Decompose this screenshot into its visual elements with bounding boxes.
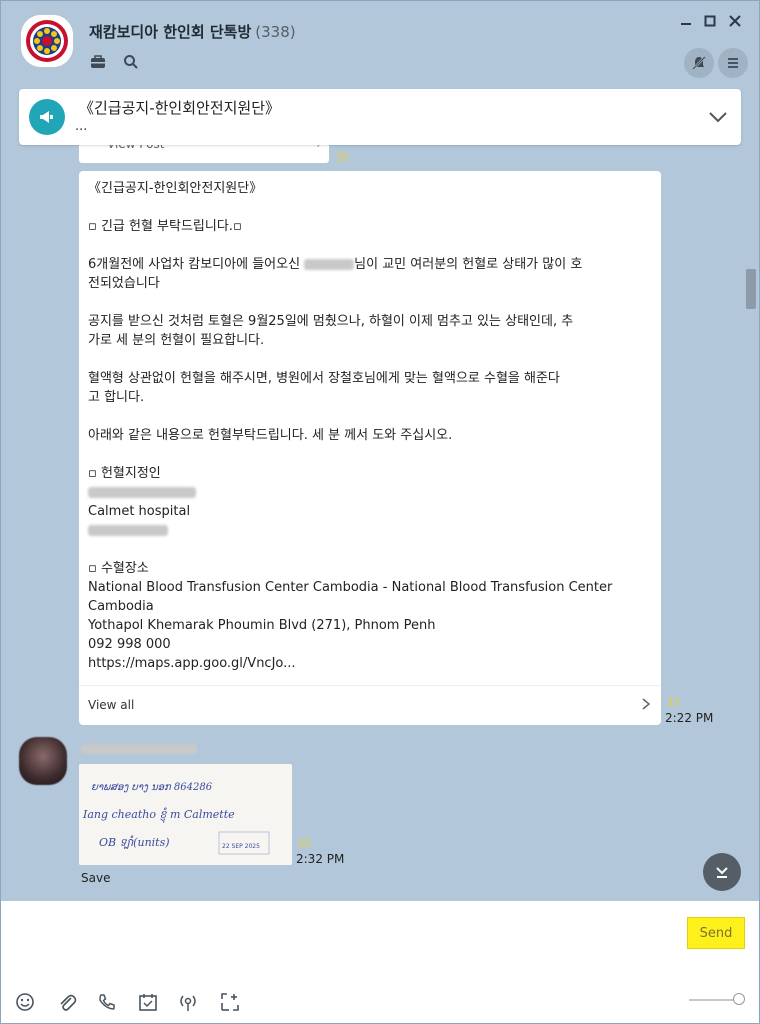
post-line: ▫ 헌혈지정인 <box>88 466 161 481</box>
handwritten-note-image: ຍາພສອງ ບາງ ນອກ 864286 Iang cheatho ខ្ញុំ… <box>79 764 292 865</box>
chevron-down-icon[interactable] <box>707 107 729 127</box>
redacted-name <box>304 259 355 270</box>
sender-name <box>81 741 197 756</box>
room-name: 재캄보디아 한인회 단톡방 <box>89 23 252 41</box>
post-body: 《긴급공지-한인회안전지원단》 ▫ 긴급 헌혈 부탁드립니다.▫ 6개월전에 사… <box>88 179 654 673</box>
stamp-date: 22 SEP 2025 <box>222 843 260 850</box>
send-button[interactable]: Send <box>687 917 745 949</box>
note-line-3: OB ទ្បាំ(units) <box>99 835 170 849</box>
post-line: National Blood Transfusion Center Cambod… <box>88 580 613 595</box>
scrollbar-thumb[interactable] <box>746 269 756 309</box>
post-line: Yothapol Khemarak Phoumin Blvd (271), Ph… <box>88 618 436 633</box>
map-link[interactable]: https://maps.app.goo.gl/VncJo... <box>88 654 654 673</box>
view-all-link[interactable]: View all <box>88 698 134 712</box>
post-line: Cambodia <box>88 599 154 614</box>
message-input[interactable] <box>13 909 673 979</box>
redacted-donor <box>88 487 196 498</box>
redacted-sender-name <box>81 743 197 754</box>
pinned-notice[interactable]: 《긴급공지-한인회안전지원단》 ... <box>19 89 741 145</box>
notice-subtitle: ... <box>75 119 88 134</box>
scroll-to-bottom-button[interactable] <box>703 853 741 891</box>
post-line: 전되었습니다 <box>88 276 160 291</box>
chat-window: 재캄보디아 한인회 단톡방(338) 《긴급공지-한인회안전지원단》 ... <box>0 0 760 1024</box>
notice-title: 《긴급공지-한인회안전지원단》 <box>79 99 281 117</box>
menu-icon[interactable] <box>718 48 748 78</box>
calendar-icon[interactable] <box>137 991 159 1013</box>
composer: Send <box>1 901 759 1023</box>
message-time: 2:22 PM <box>665 711 714 725</box>
screenshot-icon[interactable] <box>219 991 241 1013</box>
room-title: 재캄보디아 한인회 단톡방 (338) <box>89 21 296 42</box>
briefcase-icon[interactable] <box>89 53 107 71</box>
close-icon[interactable] <box>725 13 745 33</box>
note-line-2: Iang cheatho ខ្ញុំ m Calmette <box>82 807 235 823</box>
save-button[interactable]: Save <box>81 871 110 885</box>
message-time: 2:32 PM <box>296 852 345 866</box>
arrow-down-icon <box>716 867 728 878</box>
unread-count: 35 <box>666 696 680 709</box>
minimize-icon[interactable] <box>676 13 696 33</box>
post-line: 6개월전에 사업차 캄보디아에 들어오신 <box>88 257 305 272</box>
post-line: 님이 교민 여러분의 헌혈로 상태가 많이 호 <box>354 257 583 272</box>
sender-avatar[interactable] <box>19 737 67 785</box>
opacity-slider-track[interactable] <box>689 999 737 1001</box>
megaphone-icon <box>29 99 65 135</box>
post-card[interactable]: 《긴급공지-한인회안전지원단》 ▫ 긴급 헌혈 부탁드립니다.▫ 6개월전에 사… <box>79 171 661 725</box>
view-all-row[interactable]: View all <box>79 685 661 725</box>
post-line: Calmet hospital <box>88 504 191 519</box>
photo-attachment[interactable]: ຍາພສອງ ບາງ ນອກ 864286 Iang cheatho ខ្ញុំ… <box>79 764 292 865</box>
maximize-icon[interactable] <box>700 13 720 33</box>
redacted-detail <box>88 525 168 536</box>
post-line: 공지를 받으신 것처럼 토혈은 9월25일에 멈췄으나, 하혈이 이제 멈추고 … <box>88 314 574 329</box>
room-avatar[interactable] <box>21 15 73 67</box>
post-line: 혈액형 상관없이 헌혈을 해주시면, 병원에서 장철호님에게 맞는 혈액으로 수… <box>88 371 560 386</box>
unread-count: 35 <box>297 837 311 850</box>
unread-count: 35 <box>335 151 349 164</box>
post-line: ▫ 긴급 헌혈 부탁드립니다.▫ <box>88 219 242 234</box>
opacity-slider-knob[interactable] <box>733 993 745 1005</box>
call-icon[interactable] <box>96 991 118 1013</box>
note-line-1: ຍາພສອງ ບາງ ນອກ 864286 <box>91 782 213 793</box>
post-line: 092 998 000 <box>88 637 171 652</box>
post-line: ▫ 수혈장소 <box>88 561 149 576</box>
emoji-icon[interactable] <box>14 991 36 1013</box>
broadcast-icon[interactable] <box>177 991 199 1013</box>
search-icon[interactable] <box>122 53 140 71</box>
attach-icon[interactable] <box>56 991 78 1013</box>
association-logo-icon <box>21 15 73 67</box>
notification-off-icon[interactable] <box>684 48 714 78</box>
chevron-right-icon <box>641 698 651 714</box>
post-line: 고 합니다. <box>88 390 145 405</box>
post-line: 《긴급공지-한인회안전지원단》 <box>88 181 263 196</box>
post-line: 아래와 같은 내용으로 헌혈부탁드립니다. 세 분 께서 도와 주십시오. <box>88 428 453 443</box>
member-count: (338) <box>255 23 296 41</box>
post-line: 가로 세 분의 헌혈이 필요합니다. <box>88 333 265 348</box>
chat-header: 재캄보디아 한인회 단톡방 (338) <box>1 1 759 85</box>
